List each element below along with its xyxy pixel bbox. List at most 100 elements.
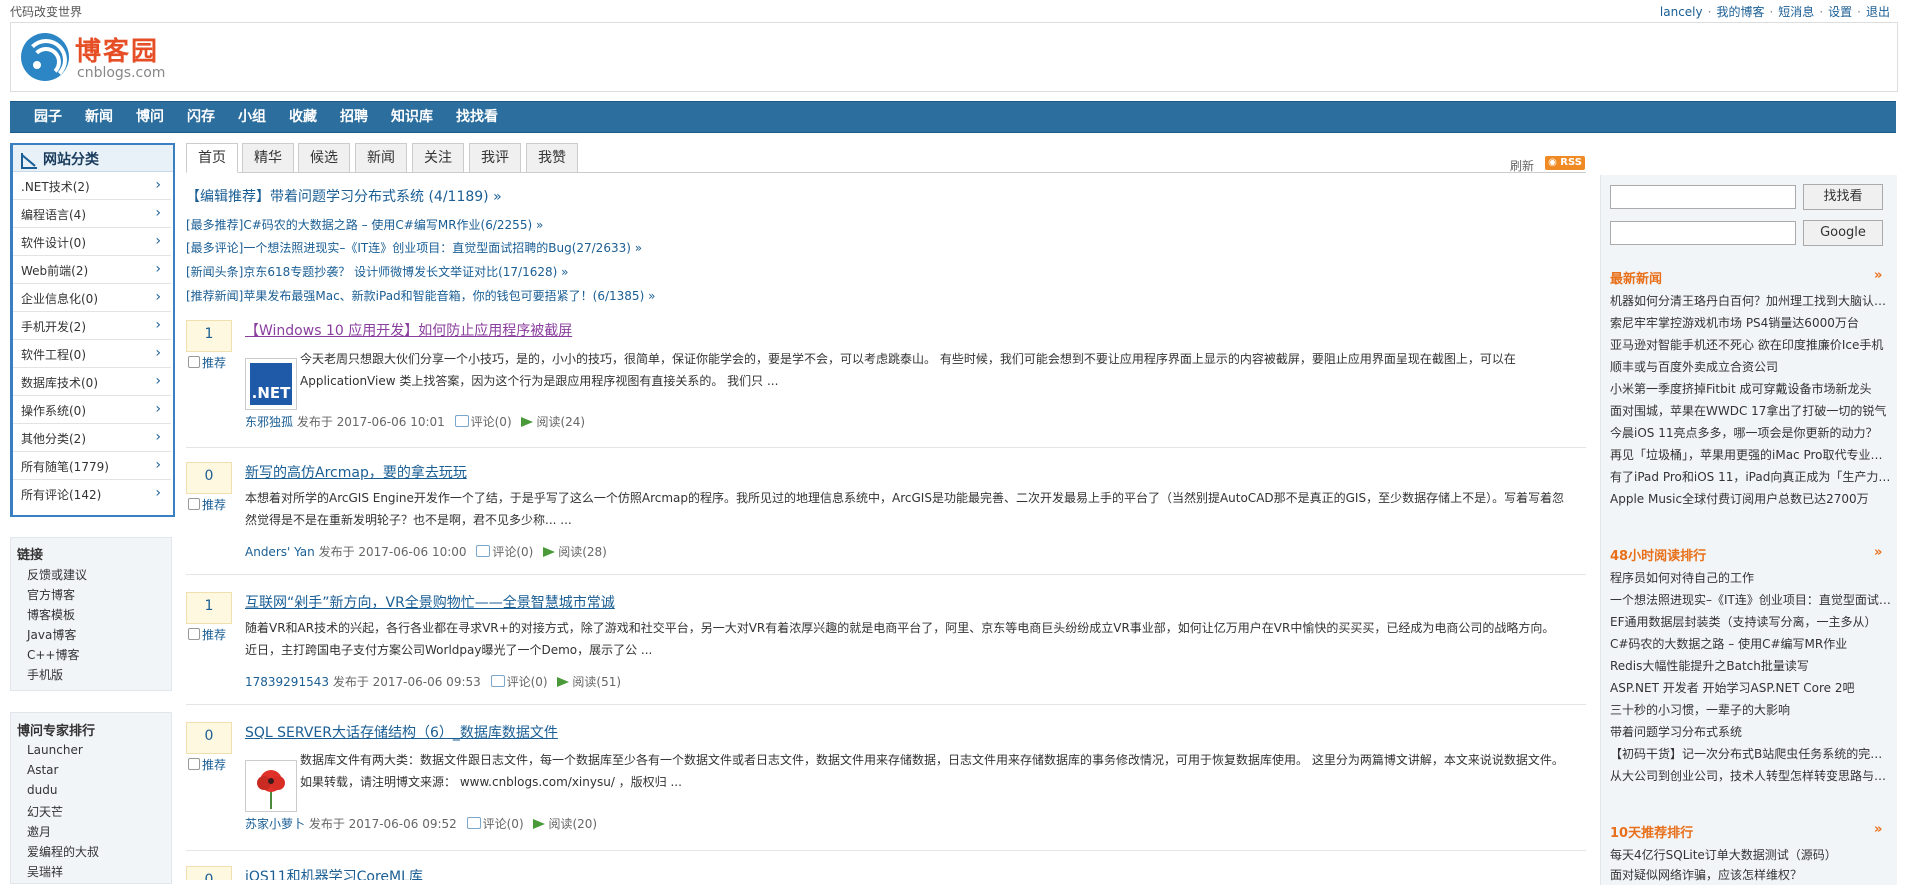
hot48-item[interactable]: ASP.NET 开发者 开始学习ASP.NET Core 2吧 (1610, 679, 1892, 696)
category-item[interactable]: Web前端(2) › (13, 256, 171, 284)
headline-item[interactable]: [最多推荐]C#码农的大数据之路 – 使用C#编写MR作业(6/2255) » (186, 216, 543, 233)
tab-following[interactable]: 关注 (412, 143, 464, 173)
logo-title[interactable]: 博客园 (75, 31, 159, 68)
expert-item[interactable]: Launcher (27, 743, 83, 757)
top10-item[interactable]: 每天4亿行SQLite订单大数据测试（源码） (1610, 846, 1892, 863)
nav-jobs[interactable]: 招聘 (340, 102, 368, 132)
tab-home[interactable]: 首页 (186, 143, 238, 173)
category-item[interactable]: 手机开发(2) › (13, 312, 171, 340)
user-link-username[interactable]: lancely (1660, 5, 1703, 19)
category-item[interactable]: 所有评论(142) › (13, 480, 171, 507)
category-item[interactable]: 软件设计(0) › (13, 228, 171, 256)
top10-item[interactable]: 面对疑似网络诈骗，应该怎样维权？ (1610, 866, 1892, 883)
tab-news[interactable]: 新闻 (355, 143, 407, 173)
news-item[interactable]: 小米第一季度挤掉Fitbit 成可穿戴设备市场新龙头 (1610, 380, 1892, 397)
news-item[interactable]: 今晨iOS 11亮点多多，哪一项会是你更新的动力？ (1610, 424, 1892, 441)
post-title[interactable]: 新写的高仿Arcmap，要的拿去玩玩 (245, 462, 467, 482)
tab-my-comments[interactable]: 我评 (469, 143, 521, 173)
recommend-button[interactable]: 推荐 (188, 626, 226, 643)
recommend-button[interactable]: 推荐 (188, 354, 226, 371)
post-reads[interactable]: 阅读(24) (521, 415, 585, 429)
user-link-messages[interactable]: 短消息 (1778, 5, 1814, 19)
expert-item[interactable]: 邀月 (27, 823, 51, 840)
link-item[interactable]: Java博客 (27, 626, 76, 643)
news-item[interactable]: 机器如何分清王珞丹白百何？加州理工找到大脑认… (1610, 292, 1892, 309)
category-item[interactable]: .NET技术(2) › (13, 172, 171, 200)
news-item[interactable]: 索尼牢牢掌控游戏机市场 PS4销量达6000万台 (1610, 314, 1892, 331)
nav-news[interactable]: 新闻 (85, 102, 113, 132)
nav-favorites[interactable]: 收藏 (289, 102, 317, 132)
post-reads[interactable]: 阅读(28) (543, 545, 607, 559)
user-link-my-blog[interactable]: 我的博客 (1716, 5, 1764, 19)
tab-my-likes[interactable]: 我赞 (526, 143, 578, 173)
category-item[interactable]: 所有随笔(1779) › (13, 452, 171, 480)
google-search-input[interactable] (1610, 221, 1796, 245)
recommend-button[interactable]: 推荐 (188, 756, 226, 773)
post-comments[interactable]: 评论(0) (454, 415, 512, 429)
category-item[interactable]: 企业信息化(0) › (13, 284, 171, 312)
post-comments[interactable]: 评论(0) (490, 675, 548, 689)
expert-item[interactable]: dudu (27, 783, 57, 797)
news-item[interactable]: Apple Music全球付费订阅用户总数已达2700万 (1610, 490, 1892, 507)
hot48-item[interactable]: Redis大幅性能提升之Batch批量读写 (1610, 657, 1892, 674)
nav-knowledge[interactable]: 知识库 (391, 102, 433, 132)
link-item[interactable]: 反馈或建议 (27, 566, 87, 583)
category-item[interactable]: 其他分类(2) › (13, 424, 171, 452)
google-search-button[interactable]: Google (1803, 220, 1883, 246)
category-item[interactable]: 数据库技术(0) › (13, 368, 171, 396)
hot48-item[interactable]: 带着问题学习分布式系统 (1610, 723, 1892, 740)
post-reads[interactable]: 阅读(20) (533, 817, 597, 831)
post-title[interactable]: 【Windows 10 应用开发】如何防止应用程序被截屏 (245, 320, 572, 340)
expert-item[interactable]: Astar (27, 763, 58, 777)
expert-item[interactable]: 幻天芒 (27, 803, 63, 820)
category-item[interactable]: 软件工程(0) › (13, 340, 171, 368)
link-item[interactable]: 博客模板 (27, 606, 75, 623)
headline-editor-pick[interactable]: 【编辑推荐】带着问题学习分布式系统 (4/1189) » (186, 186, 502, 206)
nav-search[interactable]: 找找看 (456, 102, 498, 132)
headline-item[interactable]: [最多评论]一个想法照进现实–《IT连》创业项目：直觉型面试招聘的Bug(27/… (186, 239, 642, 256)
hot48-item[interactable]: EF通用数据层封装类（支持读写分离，一主多从） (1610, 613, 1892, 630)
post-comments[interactable]: 评论(0) (476, 545, 533, 559)
flower-thumbnail[interactable] (245, 760, 297, 812)
top10-more-link[interactable]: » (1874, 822, 1882, 837)
hot48-item[interactable]: C#码农的大数据之路 – 使用C#编写MR作业 (1610, 635, 1892, 652)
nav-qa[interactable]: 博问 (136, 102, 164, 132)
news-item[interactable]: 面对围城，苹果在WWDC 17拿出了打破一切的锐气 (1610, 402, 1892, 419)
tab-candidates[interactable]: 候选 (298, 143, 350, 173)
headline-item[interactable]: [推荐新闻]苹果发布最强Mac、新款iPad和智能音箱，你的钱包可要捂紧了！(6… (186, 287, 655, 304)
search-input[interactable] (1610, 185, 1796, 209)
nav-groups[interactable]: 小组 (238, 102, 266, 132)
hot48-more-link[interactable]: » (1874, 545, 1882, 560)
post-title[interactable]: 互联网“剁手”新方向，VR全景购物忙——全景智慧城市常诚 (245, 592, 615, 612)
category-item[interactable]: 编程语言(4) › (13, 200, 171, 228)
post-author[interactable]: 17839291543 (245, 675, 329, 689)
post-author[interactable]: 苏家小萝卜 (245, 817, 305, 831)
hot48-item[interactable]: 从大公司到创业公司，技术人转型怎样转变思路与… (1610, 767, 1892, 784)
news-item[interactable]: 亚马逊对智能手机还不死心 欲在印度推廉价Ice手机 (1610, 336, 1892, 353)
hot48-item[interactable]: 程序员如何对待自己的工作 (1610, 569, 1892, 586)
hot48-item[interactable]: 【初码干货】记一次分布式B站爬虫任务系统的完整… (1610, 745, 1892, 762)
rss-badge[interactable]: ◉ RSS (1545, 156, 1585, 170)
nav-garden[interactable]: 园子 (34, 102, 62, 132)
rss-logo-icon[interactable] (21, 33, 69, 81)
dotnet-logo-thumbnail[interactable]: .NET (245, 358, 297, 410)
user-link-logout[interactable]: 退出 (1866, 5, 1890, 19)
recommend-button[interactable]: 推荐 (188, 496, 226, 513)
news-item[interactable]: 顺丰或与百度外卖成立合资公司 (1610, 358, 1892, 375)
category-item[interactable]: 操作系统(0) › (13, 396, 171, 424)
post-author[interactable]: 东邪独孤 (245, 415, 293, 429)
link-item[interactable]: C++博客 (27, 646, 80, 663)
post-title[interactable]: iOS11和机器学习CoreML库 (245, 866, 423, 880)
latest-news-more-link[interactable]: » (1874, 268, 1882, 283)
post-title[interactable]: SQL SERVER大话存储结构（6）_数据库数据文件 (245, 722, 558, 742)
link-item[interactable]: 官方博客 (27, 586, 75, 603)
hot48-item[interactable]: 一个想法照进现实–《IT连》创业项目：直觉型面试… (1610, 591, 1892, 608)
hot48-item[interactable]: 三十秒的小习惯，一辈子的大影响 (1610, 701, 1892, 718)
headline-item[interactable]: [新闻头条]京东618专题抄袭？ 设计师微博发长文举证对比(17/1628) » (186, 263, 568, 280)
post-reads[interactable]: 阅读(51) (557, 675, 621, 689)
news-item[interactable]: 再见「垃圾桶」，苹果用更强的iMac Pro取代专业… (1610, 446, 1892, 463)
search-button[interactable]: 找找看 (1803, 184, 1883, 210)
post-comments[interactable]: 评论(0) (466, 817, 524, 831)
news-item[interactable]: 有了iPad Pro和iOS 11，iPad向真正成为「生产力工… (1610, 468, 1892, 485)
expert-item[interactable]: 吴瑞祥 (27, 863, 63, 880)
